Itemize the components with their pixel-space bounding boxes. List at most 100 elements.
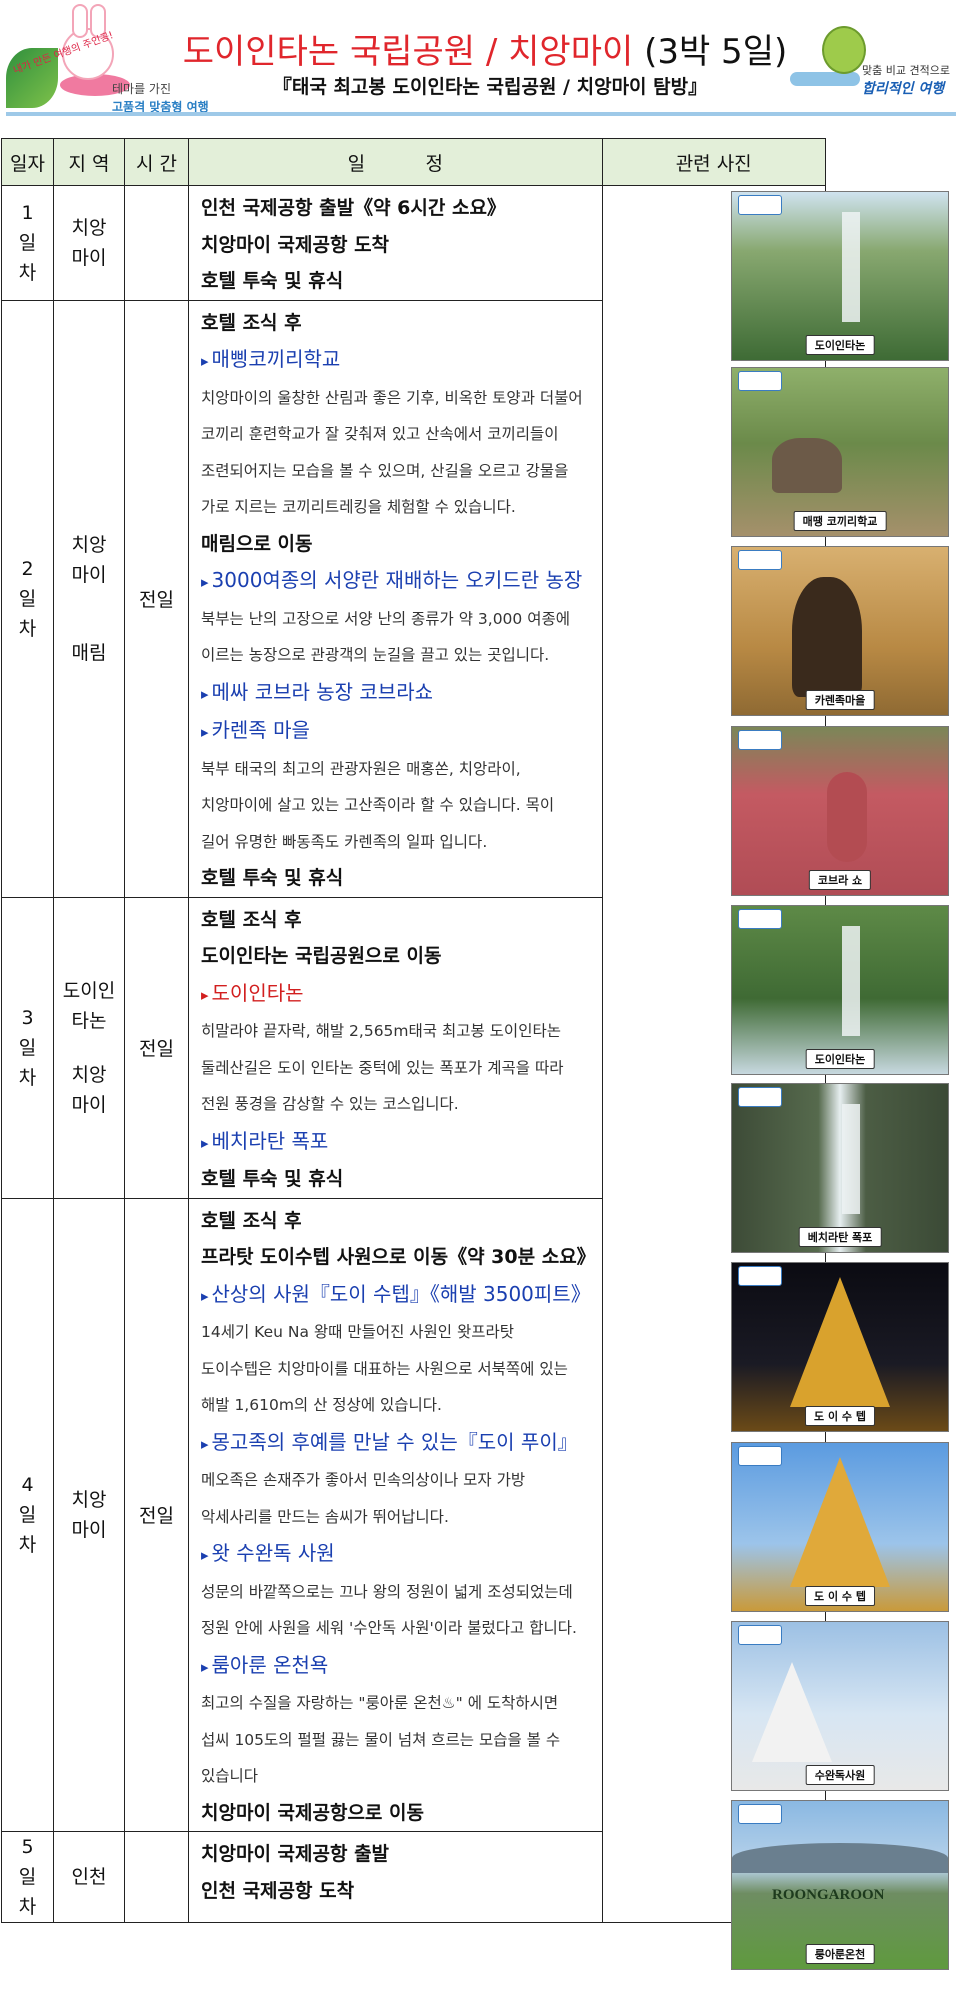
logo-right-small: 맞춤 비교 견적으로	[862, 64, 950, 77]
photo-caption: 코브라 쇼	[808, 870, 872, 890]
schedule-highlight: 룸아룬 온천욕	[201, 1647, 596, 1686]
time-cell	[124, 1831, 189, 1923]
schedule-step: 프라탓 도이수텝 사원으로 이동《약 30분 소요》	[201, 1246, 596, 1268]
region-label: 인천	[71, 1866, 107, 1888]
day-label: 차	[18, 617, 37, 640]
region-label	[54, 614, 124, 638]
tour-logo-icon	[738, 1446, 782, 1466]
tour-logo-icon	[738, 550, 782, 570]
schedule-description: 치앙마이에 살고 있는 고산족이라 할 수 있습니다. 목이	[201, 796, 555, 814]
title-duration: (3박 5일)	[644, 32, 788, 72]
day-cell: 2 일차	[1, 299, 54, 898]
time-cell: 전일	[124, 896, 189, 1199]
schedule-description: 전원 풍경을 감상할 수 있는 코스입니다.	[201, 1095, 459, 1113]
schedule-highlight: 몽고족의 후예를 만날 수 있는『도이 푸이』	[201, 1424, 596, 1463]
schedule-cell: 치앙마이 국제공항 출발인천 국제공항 도착	[188, 1831, 603, 1923]
tour-logo-icon	[738, 1625, 782, 1645]
schedule-description: 최고의 수질을 자랑하는 "룽아룬 온천♨" 에 도착하시면	[201, 1694, 559, 1712]
region-label: 치앙	[71, 216, 107, 239]
photo-caption: 도이인타논	[805, 1049, 875, 1069]
photo-caption: 도 이 수 텝	[805, 1586, 875, 1606]
schedule-highlight: 베치라탄 폭포	[201, 1123, 596, 1162]
table-header-row: 일자 지 역 시 간 일 정 관련 사진	[1, 138, 826, 186]
region-cell: 치앙마이	[53, 185, 125, 301]
header-day: 일자	[1, 138, 54, 186]
region-label: 치앙	[71, 1063, 107, 1086]
photo-caption: 도이인타논	[805, 335, 875, 355]
day-cell: 1 일차	[1, 185, 54, 301]
schedule-highlight: 도이인타논	[201, 975, 596, 1014]
tour-logo-icon	[738, 1087, 782, 1107]
schedule-cell: 호텔 조식 후매삥코끼리학교치앙마이의 울창한 산림과 좋은 기후, 비옥한 토…	[188, 299, 603, 898]
day-label: 1	[21, 201, 34, 224]
schedule-description: 섭씨 105도의 펄펄 끓는 물이 넘쳐 흐르는 모습을 볼 수	[201, 1730, 561, 1749]
page-subtitle: 『태국 최고봉 도이인타논 국립공원 / 치앙마이 탐방』	[272, 76, 708, 98]
page-header: 내가 만든 여행의 주인공! 테마를 가진 고품격 맞춤형 여행 도이인타논 국…	[0, 0, 969, 125]
tour-logo-icon	[738, 371, 782, 391]
header-schedule: 일 정	[188, 138, 603, 186]
photo-caption: 베치라탄 폭포	[798, 1227, 882, 1247]
schedule-description: 히말라야 끝자락, 해발 2,565m태국 최고봉 도이인타논	[201, 1022, 561, 1040]
header-time: 시 간	[124, 138, 189, 186]
schedule-step: 치앙마이 국제공항 출발	[201, 1843, 390, 1865]
schedule-description: 정원 안에 사원을 세워 '수안독 사원'이라 불렀다고 합니다.	[201, 1619, 577, 1637]
tour-logo-icon	[738, 909, 782, 929]
mascot-icon	[822, 26, 866, 74]
table-row: 1 일 차 치앙 마이 인천 국제공항 출발《약 6시간 소요》 치앙마이 국제공항 도착 호…	[1, 185, 826, 1923]
schedule-step: 인천 국제공항 도착	[201, 1879, 355, 1902]
tour-logo-icon	[738, 730, 782, 750]
photo-karen-woman: 카렌족마을	[731, 546, 949, 716]
region-label: 치앙	[71, 533, 107, 556]
day-cell: 5 일차	[1, 1831, 54, 1923]
photo-caption: 룽아룬온천	[805, 1944, 875, 1964]
schedule-highlight: 매삥코끼리학교	[201, 341, 596, 380]
region-cell: 치앙 마이	[53, 1197, 125, 1832]
schedule-description: 둘레산길은 도이 인타논 중턱에 있는 폭포가 계곡을 따라	[201, 1058, 564, 1077]
photo-tall-waterfall: 베치라탄 폭포	[731, 1083, 949, 1253]
airplane-icon	[790, 72, 860, 86]
region-label: 마이	[71, 1093, 107, 1116]
day-label: 2	[21, 557, 34, 580]
schedule-step: 매림으로 이동	[201, 532, 313, 555]
schedule-cell: 호텔 조식 후도이인타논 국립공원으로 이동도이인타논히말라야 끝자락, 해발 …	[188, 896, 603, 1199]
day-label: 일	[18, 1866, 37, 1888]
schedule-description: 14세기 Keu Na 왕때 만들어진 사원인 왓프라탓	[201, 1323, 515, 1341]
region-label: 마이	[71, 1518, 107, 1541]
schedule-description: 이르는 농장으로 관광객의 눈길을 끌고 있는 곳입니다.	[201, 646, 550, 664]
photo-subject	[842, 1104, 860, 1214]
page-title: 도이인타논 국립공원 / 치앙마이 (3박 5일)	[165, 24, 805, 73]
schedule-step: 치앙마이 국제공항으로 이동	[201, 1801, 424, 1824]
schedule-description: 길어 유명한 빠동족도 카렌족의 일파 입니다.	[201, 832, 488, 851]
photo-caption: 매땡 코끼리학교	[793, 511, 887, 531]
day-label: 차	[18, 1896, 37, 1918]
logo-tagline-small: 테마를 가진	[112, 82, 172, 96]
photo-caption: 수완독사원	[805, 1765, 875, 1785]
tour-logo-icon	[738, 1804, 782, 1824]
photo-waterfall-forest: 도이인타논	[731, 191, 949, 361]
day-label: 일	[18, 1503, 37, 1526]
tour-logo-icon	[738, 1266, 782, 1286]
region-label: 마이	[71, 246, 107, 269]
schedule-description: 메오족은 손재주가 좋아서 민속의상이나 모자 가방	[201, 1471, 526, 1489]
itinerary-table: 일자 지 역 시 간 일 정 관련 사진 1 일 차 치앙 마이 인천 국제공항 출발《약…	[1, 138, 826, 1923]
schedule-step: 도이인타논 국립공원으로 이동	[201, 945, 442, 967]
schedule-description: 악세사리를 만드는 솜씨가 뛰어납니다.	[201, 1507, 449, 1526]
day-label: 3	[21, 1006, 34, 1029]
schedule-highlight: 3000여종의 서양란 재배하는 오키드란 농장	[201, 562, 596, 601]
photo-subject	[827, 772, 867, 862]
schedule-highlight: 왓 수완독 사원	[201, 1535, 596, 1574]
day-cell: 4 일차	[1, 1197, 54, 1832]
photo-golden-pagoda-day: 도 이 수 텝	[731, 1442, 949, 1612]
schedule-step: 호텔 투숙 및 휴식	[201, 270, 344, 292]
region-label: 타논	[71, 1009, 107, 1032]
photo-caption: 카렌족마을	[805, 690, 875, 710]
photo-subject	[842, 212, 860, 322]
schedule-description: 있습니다	[201, 1767, 259, 1785]
schedule-step: 호텔 조식 후	[201, 908, 302, 931]
region-label	[54, 1036, 124, 1060]
header-region: 지 역	[53, 138, 125, 186]
schedule-step: 호텔 투숙 및 휴식	[201, 867, 344, 889]
day-label: 차	[18, 1533, 37, 1556]
photo-subject	[792, 577, 862, 697]
schedule-step: 인천 국제공항 출발《약 6시간 소요》	[201, 197, 506, 219]
